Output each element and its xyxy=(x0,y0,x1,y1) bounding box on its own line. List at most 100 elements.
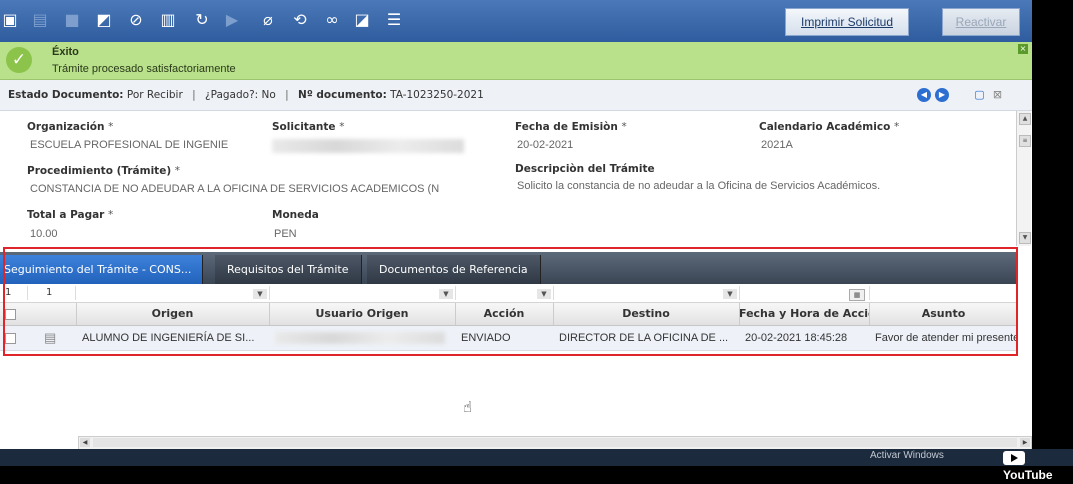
filter-usuario-origen[interactable]: ▼ xyxy=(269,286,456,300)
filter-accion[interactable]: ▼ xyxy=(455,286,554,300)
youtube-play-icon xyxy=(1003,450,1025,465)
hand-cursor-icon: ☝ xyxy=(463,398,473,416)
select-all-checkbox[interactable] xyxy=(5,309,16,320)
workflow-icon[interactable]: ⟲ xyxy=(290,10,310,30)
header-asunto[interactable]: Asunto xyxy=(869,303,1018,325)
solicitante-label: Solicitante * xyxy=(272,121,345,133)
cell-origen: ALUMNO DE INGENIERÍA DE SI... xyxy=(82,332,255,344)
close-icon[interactable]: × xyxy=(1018,44,1028,54)
scroll-right-icon[interactable]: ▶ xyxy=(1020,438,1030,447)
descripcion-field[interactable]: Solicito la constancia de no adeudar a l… xyxy=(517,180,880,192)
cell-asunto: Favor de atender mi presente so xyxy=(875,332,1018,344)
link-icon[interactable]: ∞ xyxy=(322,10,342,30)
doc-label: Nº documento: xyxy=(298,89,387,101)
organizacion-label: Organización * xyxy=(27,121,114,133)
calendario-label: Calendario Académico * xyxy=(759,121,900,133)
next-record-icon[interactable]: ▶ xyxy=(935,88,949,102)
row-select[interactable] xyxy=(0,326,34,350)
form-vertical-scrollbar[interactable]: ▲ ≡ ▼ xyxy=(1016,111,1031,246)
estado-value: Por Recibir xyxy=(126,89,183,101)
scroll-up-icon[interactable]: ▲ xyxy=(1019,113,1031,125)
pagado-label: ¿Pagado?: xyxy=(205,89,259,101)
refresh-icon[interactable]: ↻ xyxy=(192,10,212,30)
tab-documentos-referencia[interactable]: Documentos de Referencia xyxy=(367,255,541,284)
scroll-left-icon[interactable]: ◀ xyxy=(80,438,90,447)
app-window: ▣ ▤ ■ ◩ ⊘ ▥ ↻ ▶ ⌀ ⟲ ∞ ◪ ☰ Imprimir Solic… xyxy=(0,0,1032,466)
document-status-bar: Estado Documento: Por Recibir | ¿Pagado?… xyxy=(0,80,1032,111)
banner-message: Trámite procesado satisfactoriamente xyxy=(52,63,236,75)
total-label: Total a Pagar * xyxy=(27,209,114,221)
new-icon[interactable]: ▣ xyxy=(0,10,20,30)
attach-icon[interactable]: ⌀ xyxy=(258,10,278,30)
report-icon[interactable]: ◪ xyxy=(352,10,372,30)
filter-asunto[interactable] xyxy=(869,286,1018,300)
header-destino[interactable]: Destino xyxy=(553,303,740,325)
save-icon[interactable]: ■ xyxy=(62,10,82,30)
scroll-down-icon[interactable]: ▼ xyxy=(1019,232,1031,244)
usuario-origen-blurred xyxy=(275,332,445,344)
pagado-value: No xyxy=(261,89,276,101)
youtube-logo: YouTube xyxy=(1003,448,1071,482)
previous-record-icon[interactable]: ◀ xyxy=(917,88,931,102)
cancel-icon[interactable]: ⊘ xyxy=(126,10,146,30)
reactivate-button[interactable]: Reactivar xyxy=(942,8,1020,36)
tab-bar: Seguimiento del Trámite - CONS... Requis… xyxy=(0,252,1018,284)
solicitante-field-blurred[interactable] xyxy=(272,139,464,153)
scroll-thumb[interactable] xyxy=(93,438,1017,447)
save-edit-icon[interactable]: ◩ xyxy=(94,10,114,30)
delete-icon[interactable]: ▥ xyxy=(158,10,178,30)
tab-requisitos[interactable]: Requisitos del Trámite xyxy=(215,255,362,284)
grid-header-row: Origen Usuario Origen Acción Destino Fec… xyxy=(0,303,1018,326)
status-text: Estado Documento: Por Recibir | ¿Pagado?… xyxy=(8,89,484,101)
close-window-icon[interactable]: ⊠ xyxy=(990,87,1005,102)
success-banner: ✓ Éxito Trámite procesado satisfactoriam… xyxy=(0,42,1032,80)
cell-usuario-origen xyxy=(269,326,455,350)
row-checkbox[interactable] xyxy=(5,333,16,344)
cell-fecha-hora: 20-02-2021 18:45:28 xyxy=(745,332,848,344)
calendar-icon[interactable]: ▦ xyxy=(849,289,865,301)
filter-fecha[interactable]: ▦ xyxy=(739,286,870,301)
maximize-icon[interactable]: ▢ xyxy=(972,87,987,102)
filter-row: 1 1 ▼ ▼ ▼ ▼ ▦ xyxy=(0,284,1018,303)
procedimiento-label: Procedimiento (Trámite) * xyxy=(27,165,181,177)
scroll-grip-icon[interactable]: ≡ xyxy=(1019,135,1031,147)
toolbar: ▣ ▤ ■ ◩ ⊘ ▥ ↻ ▶ ⌀ ⟲ ∞ ◪ ☰ Imprimir Solic… xyxy=(0,0,1032,42)
tab-seguimiento[interactable]: Seguimiento del Trámite - CONS... xyxy=(0,255,203,284)
print-request-button[interactable]: Imprimir Solicitud xyxy=(785,8,909,36)
copy-icon[interactable]: ▶ xyxy=(222,10,242,30)
activate-windows-watermark: Activar Windows xyxy=(870,450,944,461)
header-fecha-hora[interactable]: Fecha y Hora de Acción xyxy=(739,303,870,325)
moneda-field[interactable]: PEN xyxy=(274,228,297,240)
fecha-emision-label: Fecha de Emisiòn * xyxy=(515,121,627,133)
horizontal-scrollbar[interactable]: ◀ ▶ xyxy=(78,436,1032,450)
filter-origen[interactable]: ▼ xyxy=(76,286,270,300)
doc-value: TA-1023250-2021 xyxy=(390,89,484,101)
request-form: Organización * ESCUELA PROFESIONAL DE IN… xyxy=(0,111,1016,246)
organizacion-field[interactable]: ESCUELA PROFESIONAL DE INGENIE xyxy=(30,139,228,151)
dropdown-icon[interactable]: ▼ xyxy=(253,289,267,299)
descripcion-label: Descripciòn del Trámite xyxy=(515,163,655,175)
cell-accion: ENVIADO xyxy=(461,332,511,344)
procedimiento-field[interactable]: CONSTANCIA DE NO ADEUDAR A LA OFICINA DE… xyxy=(30,183,439,195)
video-border xyxy=(1032,0,1073,466)
filter-destino[interactable]: ▼ xyxy=(553,286,740,300)
header-accion[interactable]: Acción xyxy=(455,303,554,325)
header-select[interactable] xyxy=(0,303,77,325)
header-origen[interactable]: Origen xyxy=(76,303,270,325)
dropdown-icon[interactable]: ▼ xyxy=(439,289,453,299)
dropdown-icon[interactable]: ▼ xyxy=(537,289,551,299)
document-icon[interactable]: ▤ xyxy=(34,326,76,350)
fecha-emision-field[interactable]: 20-02-2021 xyxy=(517,139,573,151)
list-icon[interactable]: ▤ xyxy=(30,10,50,30)
form-icon[interactable]: ☰ xyxy=(384,10,404,30)
filter-row-number: 1 xyxy=(0,286,28,300)
banner-title: Éxito xyxy=(52,46,79,58)
cell-destino: DIRECTOR DE LA OFICINA DE ... xyxy=(559,332,729,344)
dropdown-icon[interactable]: ▼ xyxy=(723,289,737,299)
estado-label: Estado Documento: xyxy=(8,89,124,101)
filter-page-input[interactable]: 1 xyxy=(28,286,76,300)
total-field[interactable]: 10.00 xyxy=(30,228,58,240)
calendario-field[interactable]: 2021A xyxy=(761,139,793,151)
header-usuario-origen[interactable]: Usuario Origen xyxy=(269,303,456,325)
table-row[interactable]: ▤ ALUMNO DE INGENIERÍA DE SI... ENVIADO … xyxy=(0,326,1018,351)
